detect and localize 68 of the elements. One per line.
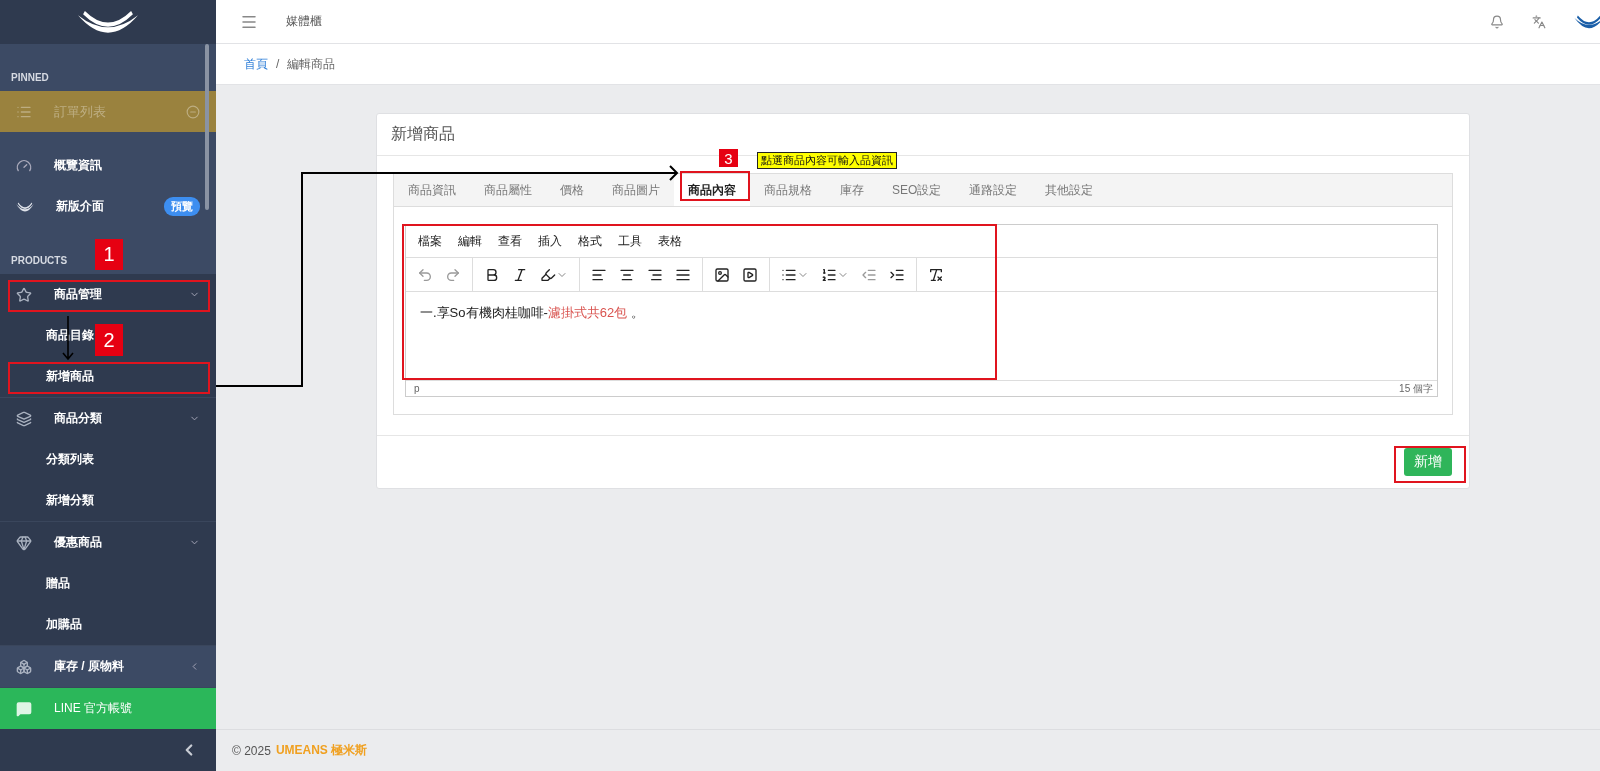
chat-icon [16, 700, 32, 717]
boxes-icon [16, 658, 32, 675]
sidebar-group[interactable]: 商品管理 [0, 274, 216, 315]
sidebar-group[interactable]: 庫存 / 原物料 [0, 646, 216, 687]
numbers-icon [821, 266, 837, 283]
step-number: 2 [95, 324, 123, 356]
breadcrumb-separator: / [276, 57, 280, 71]
breadcrumb-link[interactable]: 首頁 [244, 55, 268, 73]
undo-icon [417, 266, 433, 283]
page-title: 媒體櫃 [286, 13, 323, 30]
section-heading: PINNED [11, 72, 49, 83]
menu-item[interactable]: 工具 [618, 232, 642, 250]
tab[interactable]: 商品圖片 [598, 174, 674, 206]
sidebar-item[interactable]: 商品目錄 [46, 327, 94, 344]
step-number: 1 [95, 239, 123, 270]
menu-item[interactable]: 查看 [498, 232, 522, 250]
logo-icon [16, 201, 34, 212]
translate-icon[interactable] [1532, 14, 1546, 29]
tab[interactable]: 商品規格 [750, 174, 826, 206]
step-number: 3 [719, 149, 738, 167]
star-icon [16, 286, 32, 303]
sidebar-item[interactable]: 加購品 [46, 616, 82, 633]
menu-item[interactable]: 檔案 [418, 232, 442, 250]
bell-icon[interactable] [1490, 14, 1504, 29]
scrollbar[interactable] [205, 44, 209, 210]
sidebar-item[interactable]: 概覽資訊 [0, 145, 216, 186]
tab[interactable]: SEO設定 [878, 174, 956, 206]
copyright: © 2025 [232, 743, 271, 758]
breadcrumb-current: 編輯商品 [287, 55, 336, 73]
sidebar-item[interactable]: 新增商品 [46, 368, 94, 385]
word-count: 15 個字 [1399, 381, 1433, 396]
menu-item[interactable]: 表格 [658, 232, 682, 250]
layers-icon [16, 410, 32, 427]
rich-text-editor[interactable]: 檔案 編輯 查看 插入 格式 工具 表格 一.享So有機肉桂咖啡-濾掛式共62包 。 p 15 個字 [405, 224, 1438, 397]
sidebar-item[interactable]: 分類列表 [46, 451, 94, 468]
image-icon [714, 266, 730, 283]
tab[interactable]: 庫存 [826, 174, 878, 206]
highlight-frame [1394, 446, 1466, 483]
media-icon [742, 266, 758, 283]
highlight-icon [540, 266, 556, 283]
logo-icon [1574, 14, 1600, 29]
brand-name: UMEANS 極米斯 [275, 742, 368, 759]
sidebar-item[interactable]: 贈品 [46, 575, 70, 592]
sidebar-item[interactable]: 新版介面 預覽 [0, 186, 216, 227]
logo [77, 10, 139, 34]
callout-tooltip: 點選商品內容可輸入品資訊 [757, 152, 897, 169]
redo-icon [445, 266, 461, 283]
diamond-icon [16, 534, 32, 551]
editor-text: 一.享So有機肉桂咖啡-濾掛式共62包 。 [420, 304, 645, 322]
menu-item[interactable]: 編輯 [458, 232, 482, 250]
italic-icon [512, 266, 528, 283]
gauge-icon [16, 157, 32, 174]
preview-badge: 預覽 [164, 197, 200, 216]
element-path: p [414, 383, 420, 394]
tab[interactable]: 價格 [546, 174, 598, 206]
tab[interactable]: 其他設定 [1031, 174, 1108, 206]
menu-item[interactable]: 插入 [538, 232, 562, 250]
section-heading: PRODUCTS [11, 255, 68, 266]
sidebar-group[interactable]: 商品分類 [0, 398, 216, 439]
tab[interactable]: 商品屬性 [470, 174, 546, 206]
bold-icon [484, 266, 500, 283]
clear-format-icon [928, 266, 944, 283]
tab[interactable]: 通路設定 [955, 174, 1032, 206]
highlight-frame [680, 171, 750, 201]
sidebar-group[interactable]: 優惠商品 [0, 522, 216, 563]
menu-item[interactable]: 格式 [578, 232, 602, 250]
sidebar-item[interactable]: 新增分類 [46, 492, 94, 509]
tab[interactable]: 商品資訊 [394, 174, 470, 206]
